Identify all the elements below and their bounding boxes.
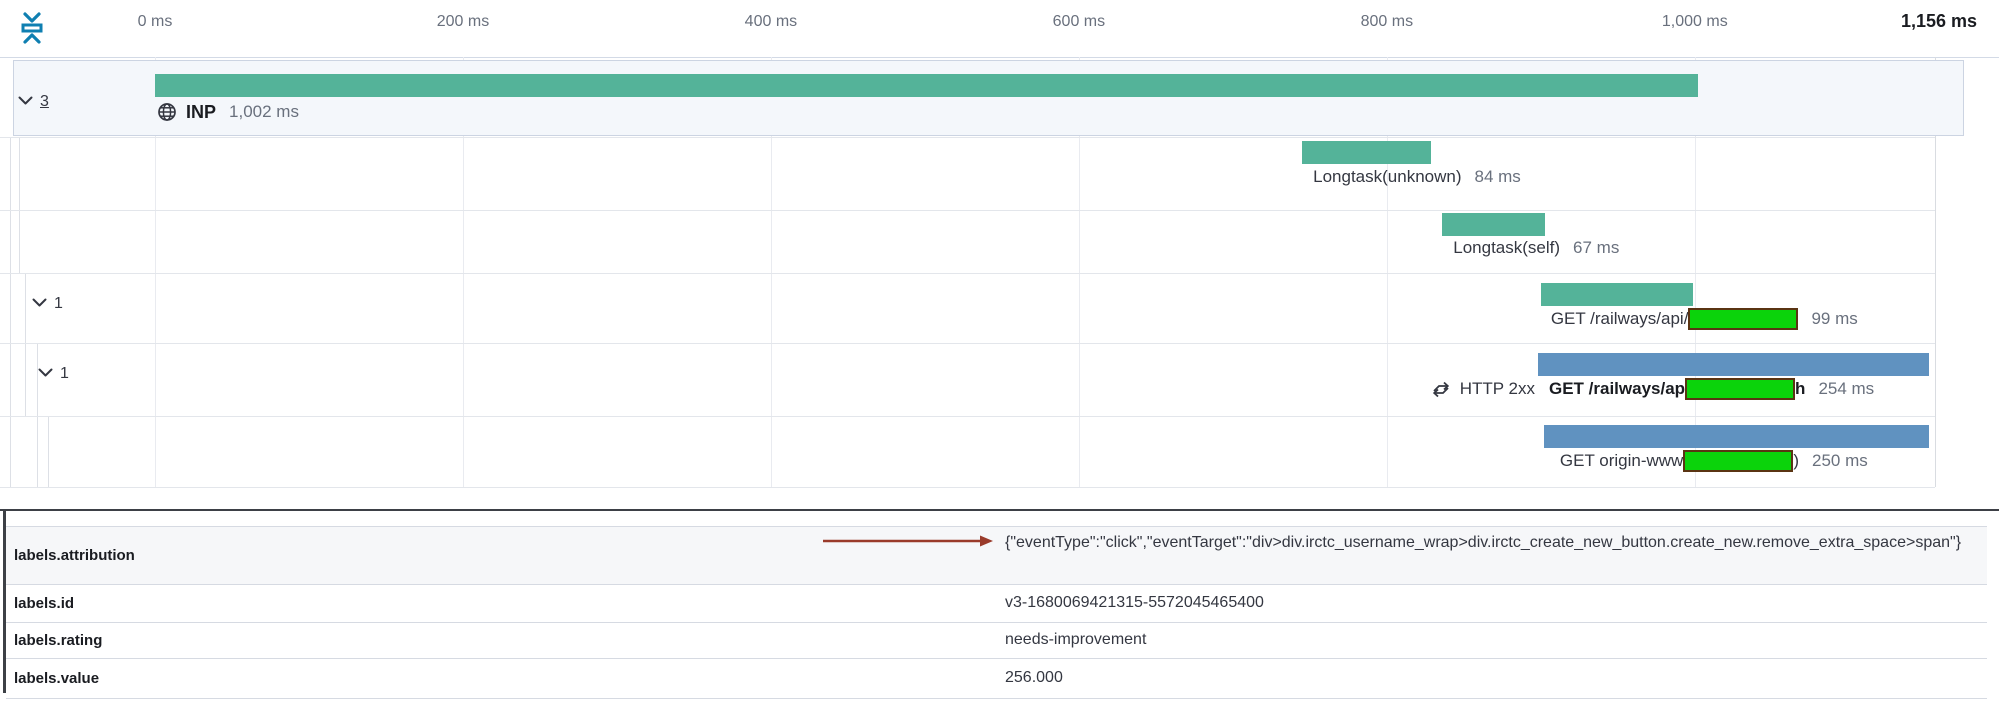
annotation-arrow-icon bbox=[823, 533, 995, 549]
span-duration: 84 ms bbox=[1475, 167, 1521, 187]
exchange-icon bbox=[1431, 379, 1451, 399]
span-name: INP bbox=[186, 102, 216, 123]
span-duration: 254 ms bbox=[1818, 379, 1874, 399]
span-duration: 1,002 ms bbox=[229, 102, 299, 122]
span-bar-5[interactable] bbox=[1544, 425, 1929, 448]
table-value-1: v3-1680069421315-5572045465400 bbox=[1005, 584, 1264, 622]
indent-guide-1 bbox=[19, 137, 20, 273]
table-key-1: labels.id bbox=[14, 584, 74, 622]
tick-label-2: 400 ms bbox=[745, 13, 797, 31]
apm-trace-waterfall-view: 0 ms 200 ms 400 ms 600 ms 800 ms 1,000 ms 1,1… bbox=[0, 0, 1999, 717]
span-name: GET /railways/api/ bbox=[1551, 309, 1689, 329]
indent-guide-0 bbox=[10, 137, 11, 487]
indent-guide-2 bbox=[25, 273, 26, 416]
table-value-2: needs-improvement bbox=[1005, 622, 1146, 658]
span-bar-1[interactable] bbox=[1302, 141, 1431, 164]
accordion-toggle-3[interactable]: 1 bbox=[32, 295, 63, 313]
child-count: 3 bbox=[40, 93, 49, 111]
tick-label-5: 1,000 ms bbox=[1662, 13, 1728, 31]
child-count: 1 bbox=[54, 295, 63, 313]
accordion-toggle-4[interactable]: 1 bbox=[38, 365, 69, 383]
redaction-box bbox=[1683, 450, 1793, 472]
table-value-0: {"eventType":"click","eventTarget":"div>… bbox=[1005, 529, 1970, 556]
table-separator-2 bbox=[6, 622, 1987, 623]
timeline-total-duration: 1,156 ms bbox=[1901, 11, 1977, 32]
span-duration: 99 ms bbox=[1811, 309, 1857, 329]
span-label-3: GET /railways/api/99 ms bbox=[1551, 306, 1858, 332]
tick-label-1: 200 ms bbox=[437, 13, 489, 31]
span-name-tail: h bbox=[1795, 379, 1805, 399]
chevron-down-icon bbox=[18, 93, 33, 111]
chevron-down-icon bbox=[38, 365, 53, 383]
fold-icon bbox=[17, 36, 47, 51]
table-separator-3 bbox=[6, 658, 1987, 659]
redaction-box bbox=[1685, 378, 1795, 400]
span-bar-0[interactable] bbox=[155, 74, 1698, 97]
tick-label-0: 0 ms bbox=[138, 13, 173, 31]
chevron-down-icon bbox=[32, 295, 47, 313]
redaction-box bbox=[1688, 308, 1798, 330]
span-name: GET origin-www bbox=[1560, 451, 1683, 471]
header-divider bbox=[0, 57, 1999, 58]
span-label-4: HTTP 2xx GET /railways/ap h 254 ms bbox=[1431, 376, 1874, 402]
span-bar-2[interactable] bbox=[1442, 213, 1545, 236]
row-border-5 bbox=[0, 487, 1935, 488]
tick-label-4: 800 ms bbox=[1361, 13, 1413, 31]
table-top-border bbox=[0, 509, 1999, 511]
table-key-3: labels.value bbox=[14, 658, 99, 698]
row-border-4 bbox=[0, 416, 1935, 417]
span-bar-3[interactable] bbox=[1541, 283, 1693, 306]
table-key-0: labels.attribution bbox=[14, 526, 135, 584]
span-name: GET /railways/ap bbox=[1549, 379, 1685, 399]
table-separator-1 bbox=[6, 584, 1987, 585]
row-border-3 bbox=[0, 343, 1935, 344]
span-label-0: INP 1,002 ms bbox=[157, 99, 299, 125]
child-count: 1 bbox=[60, 365, 69, 383]
row-border-2 bbox=[0, 273, 1935, 274]
table-key-2: labels.rating bbox=[14, 622, 102, 658]
table-separator-4 bbox=[6, 698, 1987, 699]
span-label-2: Longtask(self) 67 ms bbox=[1453, 235, 1619, 261]
fold-all-button[interactable] bbox=[16, 8, 48, 50]
table-value-3: 256.000 bbox=[1005, 658, 1063, 698]
indent-guide-4 bbox=[48, 416, 49, 487]
globe-icon bbox=[157, 102, 177, 122]
row-border-1 bbox=[0, 210, 1935, 211]
span-bar-4[interactable] bbox=[1538, 353, 1929, 376]
span-duration: 67 ms bbox=[1573, 238, 1619, 258]
span-label-1: Longtask(unknown) 84 ms bbox=[1313, 164, 1521, 190]
span-label-5: GET origin-www) 250 ms bbox=[1560, 448, 1868, 474]
http-status-badge: HTTP 2xx bbox=[1460, 379, 1535, 399]
selected-row-highlight bbox=[13, 60, 1964, 136]
accordion-toggle-0[interactable]: 3 bbox=[18, 93, 49, 111]
span-name: Longtask(self) bbox=[1453, 238, 1560, 258]
span-duration: 250 ms bbox=[1812, 451, 1868, 471]
span-name: Longtask(unknown) bbox=[1313, 167, 1461, 187]
tick-label-3: 600 ms bbox=[1053, 13, 1105, 31]
span-name-tail: ) bbox=[1793, 451, 1799, 471]
row-border-0 bbox=[0, 137, 1935, 138]
